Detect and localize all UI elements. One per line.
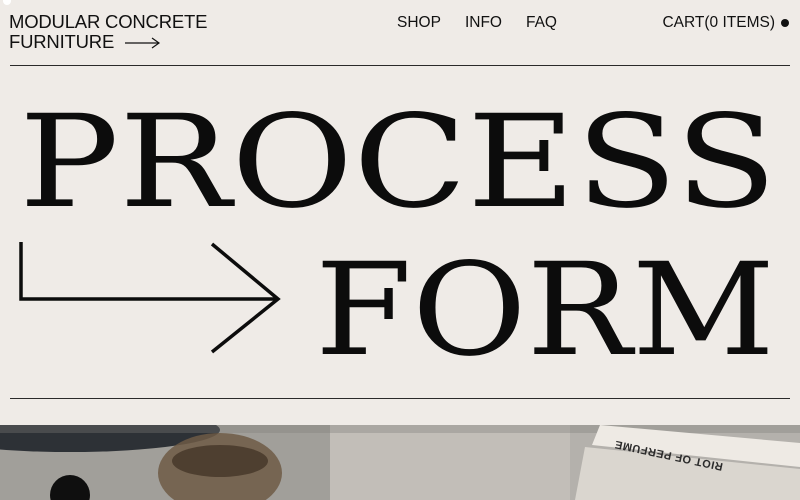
brand-line-2-wrap: FURNITURE: [9, 32, 207, 53]
nav-link-info[interactable]: INFO: [465, 14, 502, 32]
brand-line-2: FURNITURE: [9, 31, 115, 52]
main-nav: SHOP INFO FAQ: [397, 14, 557, 32]
cart-dot-icon: [781, 19, 789, 27]
arrow-right-icon: [125, 33, 161, 53]
brand-logo-link[interactable]: MODULAR CONCRETE FURNITURE: [9, 12, 207, 53]
product-photo: RIOT OF PERFUME: [0, 425, 800, 500]
hero-title-line-1: PROCESS: [19, 88, 777, 237]
hero-divider: [10, 398, 790, 399]
hero-title-line-2: FORM: [315, 236, 775, 385]
cart-link[interactable]: CART(0 ITEMS): [662, 14, 789, 32]
nav-link-faq[interactable]: FAQ: [526, 14, 557, 32]
brand-line-1: MODULAR CONCRETE: [9, 11, 208, 32]
nav-link-shop[interactable]: SHOP: [397, 14, 441, 32]
cart-label: CART(0 ITEMS): [662, 14, 775, 31]
site-header: MODULAR CONCRETE FURNITURE SHOP INFO FAQ…: [0, 0, 800, 66]
corner-arrow-icon: [19, 242, 281, 354]
hero-section: PROCESS FORM: [0, 66, 800, 424]
